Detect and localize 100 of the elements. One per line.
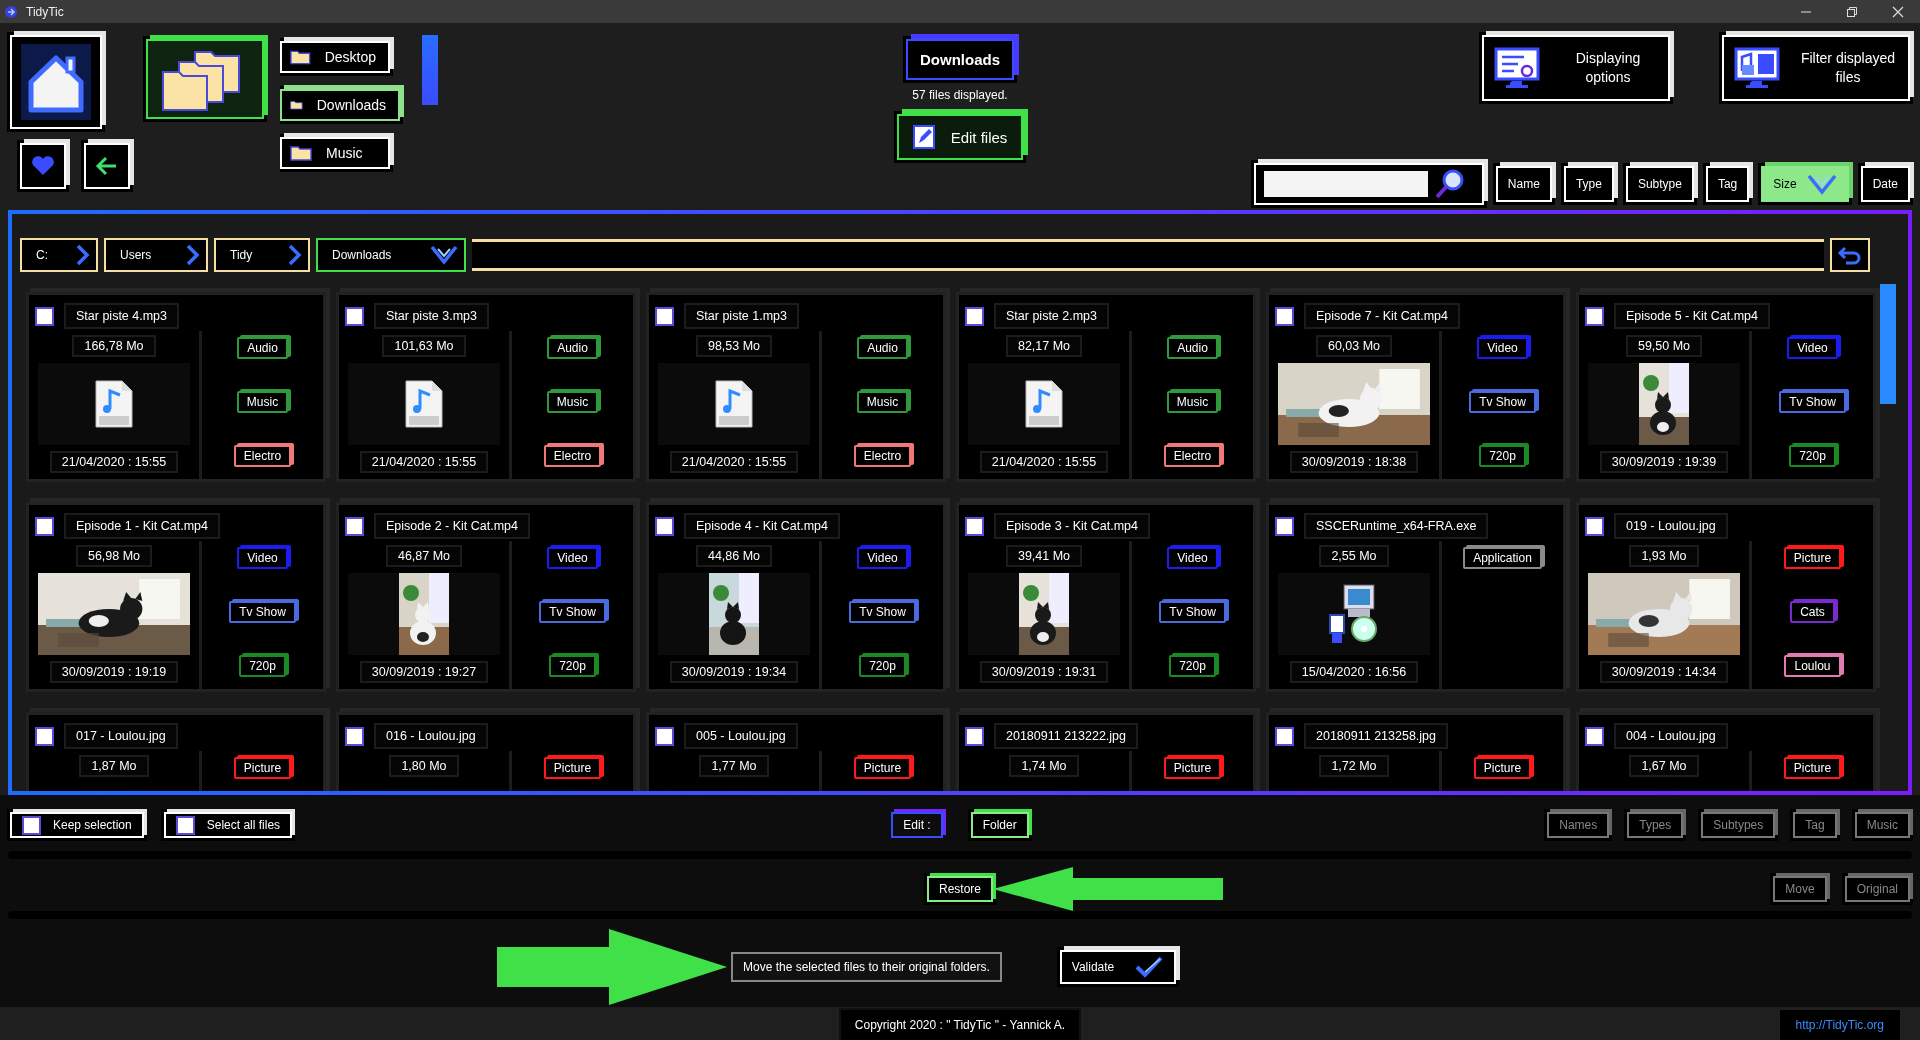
- monitor-icon: [1734, 47, 1780, 89]
- file-size: 1,72 Mo: [1319, 755, 1389, 777]
- file-tag[interactable]: Video: [547, 547, 598, 569]
- file-tag[interactable]: Music: [236, 391, 289, 413]
- file-tag[interactable]: Picture: [1783, 547, 1842, 569]
- file-tag[interactable]: Video: [1787, 337, 1838, 359]
- file-size: 166,78 Mo: [72, 335, 156, 357]
- file-tag[interactable]: 720p: [1479, 445, 1526, 467]
- file-date: 30/09/2019 : 19:19: [49, 661, 179, 683]
- mp3-file-icon: [94, 379, 134, 429]
- search-icon[interactable]: [1433, 168, 1466, 200]
- checkbox[interactable]: [1585, 306, 1604, 326]
- file-tag[interactable]: 720p: [1789, 445, 1836, 467]
- checkbox[interactable]: [965, 306, 984, 326]
- file-tag[interactable]: Video: [237, 547, 288, 569]
- file-tag[interactable]: Picture: [1783, 757, 1842, 779]
- breadcrumb-item[interactable]: Downloads: [316, 238, 466, 272]
- checkbox[interactable]: [655, 516, 674, 536]
- breadcrumb-item[interactable]: Tidy: [214, 238, 310, 272]
- checkbox[interactable]: [1275, 306, 1294, 326]
- file-tag[interactable]: Video: [1477, 337, 1528, 359]
- file-tag[interactable]: 720p: [549, 655, 596, 677]
- edit-mode-button[interactable]: Folder: [970, 812, 1029, 838]
- restore-button[interactable]: Restore: [927, 876, 993, 902]
- website-link[interactable]: http://TidyTic.org: [1779, 1010, 1900, 1040]
- file-name: Star piste 1.mp3: [684, 303, 799, 329]
- restore-icon[interactable]: [1846, 5, 1858, 18]
- file-name: Episode 7 - Kit Cat.mp4: [1304, 303, 1460, 329]
- file-name: 004 - Loulou.jpg: [1614, 723, 1728, 749]
- checkbox[interactable]: [1275, 726, 1294, 746]
- checkbox[interactable]: [965, 726, 984, 746]
- checkbox[interactable]: [345, 726, 364, 746]
- checkbox[interactable]: [35, 726, 54, 746]
- file-tag[interactable]: Picture: [1163, 757, 1222, 779]
- file-name: 017 - Loulou.jpg: [64, 723, 178, 749]
- chevron-down-icon: [1806, 173, 1837, 195]
- file-tag[interactable]: Audio: [857, 337, 908, 359]
- file-name: Star piste 2.mp3: [994, 303, 1109, 329]
- file-tag[interactable]: Tv Show: [1469, 391, 1536, 413]
- file-tag[interactable]: Music: [856, 391, 909, 413]
- checkbox[interactable]: [1585, 516, 1604, 536]
- file-name: Episode 3 - Kit Cat.mp4: [994, 513, 1150, 539]
- file-tag[interactable]: Electro: [233, 445, 292, 467]
- breadcrumb-item[interactable]: C:: [20, 238, 98, 272]
- file-tag[interactable]: Tv Show: [1779, 391, 1846, 413]
- file-tag[interactable]: Picture: [1473, 757, 1532, 779]
- file-date: 21/04/2020 : 15:55: [669, 451, 799, 473]
- file-tag[interactable]: Tv Show: [229, 601, 296, 623]
- file-size: 82,17 Mo: [1005, 335, 1083, 357]
- file-name: 20180911 213222.jpg: [994, 723, 1139, 749]
- checkbox[interactable]: [655, 726, 674, 746]
- path-bar[interactable]: [472, 239, 1824, 271]
- folder-icon: [290, 49, 311, 65]
- file-name: SSCERuntime_x64-FRA.exe: [1304, 513, 1489, 539]
- file-tag[interactable]: Cats: [1790, 601, 1835, 623]
- close-icon[interactable]: [1892, 5, 1904, 18]
- file-tag[interactable]: Tv Show: [849, 601, 916, 623]
- file-tag[interactable]: Video: [1167, 547, 1218, 569]
- app-logo-icon: [4, 4, 18, 19]
- file-size: 44,86 Mo: [695, 545, 773, 567]
- file-tag[interactable]: Electro: [853, 445, 912, 467]
- checkbox[interactable]: [35, 306, 54, 326]
- checkbox[interactable]: [655, 306, 674, 326]
- file-tag[interactable]: Tv Show: [539, 601, 606, 623]
- window-title: TidyTic: [26, 4, 64, 19]
- mp3-file-icon: [1024, 379, 1064, 429]
- file-tag[interactable]: 720p: [859, 655, 906, 677]
- file-tag[interactable]: Electro: [1163, 445, 1222, 467]
- file-tag[interactable]: 720p: [1169, 655, 1216, 677]
- file-tag[interactable]: Electro: [543, 445, 602, 467]
- file-tag[interactable]: Music: [1166, 391, 1219, 413]
- checkbox[interactable]: [1275, 516, 1294, 536]
- file-tag[interactable]: Picture: [853, 757, 912, 779]
- file-tag[interactable]: Music: [546, 391, 599, 413]
- file-size: 60,03 Mo: [1315, 335, 1393, 357]
- breadcrumb-item[interactable]: Users: [104, 238, 208, 272]
- file-tag[interactable]: Picture: [543, 757, 602, 779]
- file-tag[interactable]: Audio: [547, 337, 598, 359]
- file-tag[interactable]: Audio: [237, 337, 288, 359]
- undo-button[interactable]: [1830, 238, 1870, 272]
- file-tag[interactable]: Audio: [1167, 337, 1218, 359]
- file-tag[interactable]: 720p: [239, 655, 286, 677]
- checkbox[interactable]: [345, 306, 364, 326]
- selection-button[interactable]: Keep selection: [10, 812, 144, 838]
- file-tag[interactable]: Video: [857, 547, 908, 569]
- check-icon: [1134, 955, 1165, 979]
- checkbox[interactable]: [1585, 726, 1604, 746]
- file-tag[interactable]: Picture: [233, 757, 292, 779]
- file-tag[interactable]: Tv Show: [1159, 601, 1226, 623]
- file-tag[interactable]: Application: [1463, 547, 1542, 569]
- file-date: 30/09/2019 : 19:27: [359, 661, 489, 683]
- checkbox[interactable]: [345, 516, 364, 536]
- scrollbar-thumb[interactable]: [1880, 284, 1896, 404]
- file-tag[interactable]: Loulou: [1784, 655, 1841, 677]
- mp3-file-icon: [714, 379, 754, 429]
- file-size: 98,53 Mo: [695, 335, 773, 357]
- checkbox[interactable]: [35, 516, 54, 536]
- selection-button[interactable]: Select all files: [163, 812, 293, 838]
- checkbox[interactable]: [965, 516, 984, 536]
- scroll-indicator: [422, 35, 438, 105]
